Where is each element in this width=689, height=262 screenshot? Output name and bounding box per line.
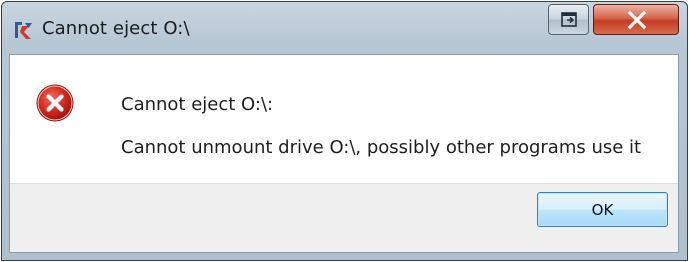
app-logo-icon bbox=[15, 22, 32, 39]
restore-button[interactable] bbox=[548, 4, 589, 35]
close-button[interactable] bbox=[593, 4, 679, 35]
dialog-window: Cannot eject O:\ Cannot eject O:\: Canno… bbox=[1, 1, 688, 261]
restore-window-icon bbox=[561, 12, 577, 27]
message-title: Cannot eject O:\: bbox=[121, 94, 274, 115]
title-bar[interactable]: Cannot eject O:\ bbox=[2, 2, 687, 54]
message-area: Cannot eject O:\: Cannot unmount drive O… bbox=[10, 55, 678, 183]
error-icon bbox=[36, 84, 74, 122]
message-body: Cannot unmount drive O:\, possibly other… bbox=[121, 137, 642, 158]
ok-button[interactable]: OK bbox=[537, 192, 668, 227]
dialog-client: Cannot eject O:\: Cannot unmount drive O… bbox=[9, 54, 679, 253]
close-icon bbox=[627, 10, 647, 30]
window-title: Cannot eject O:\ bbox=[42, 18, 190, 39]
